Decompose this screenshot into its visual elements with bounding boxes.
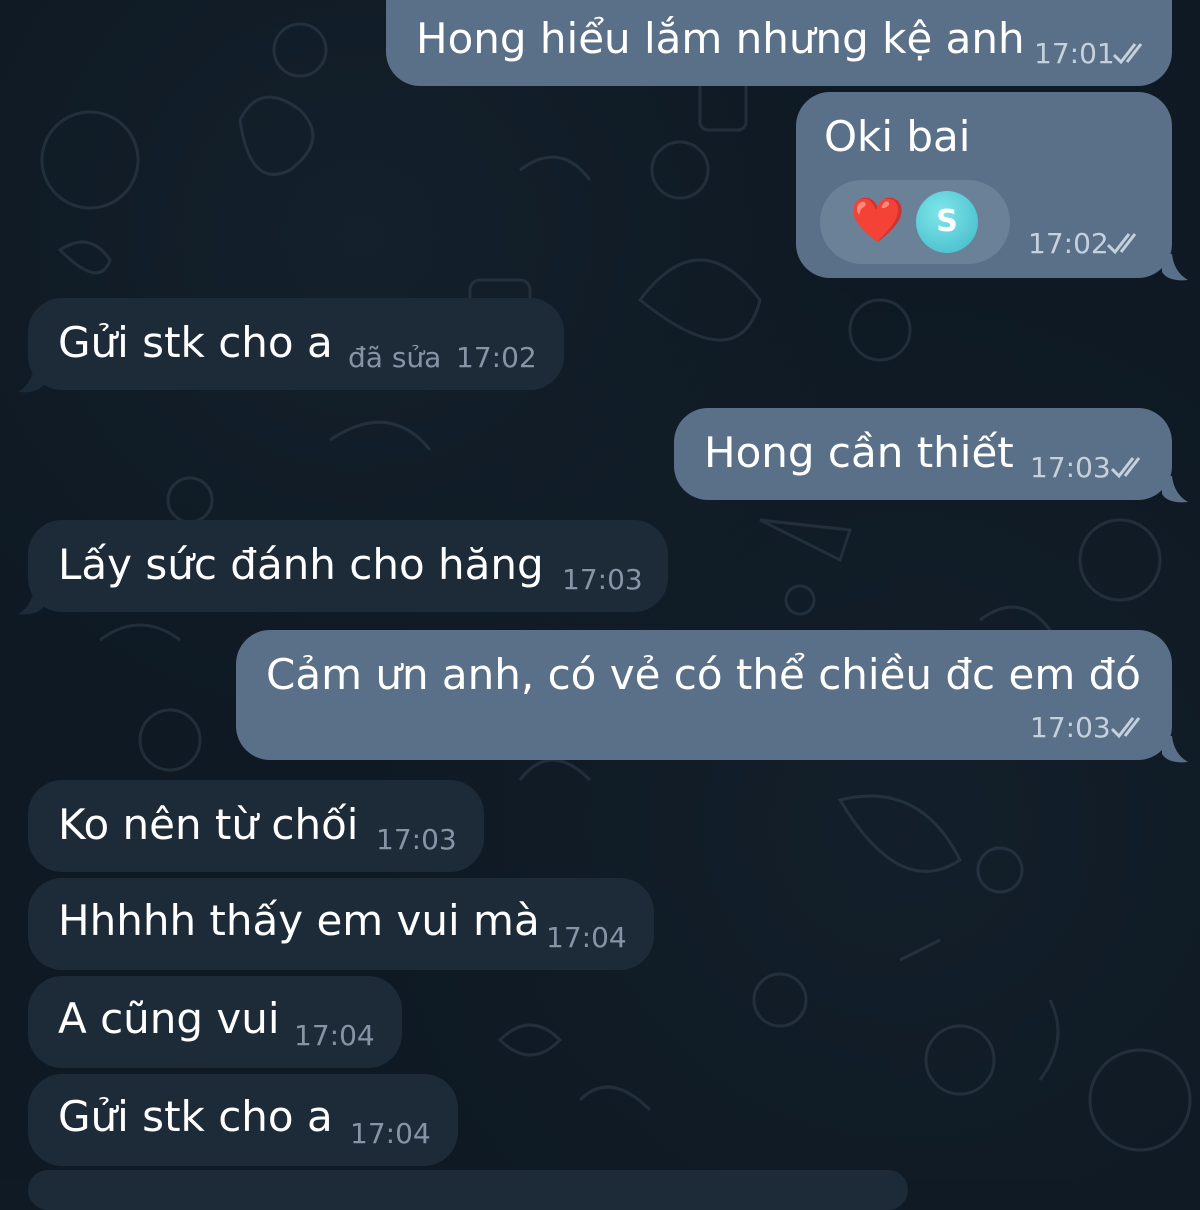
double-check-icon bbox=[1106, 233, 1137, 255]
incoming-message[interactable]: Ko nên từ chối 17:03 bbox=[28, 780, 484, 872]
incoming-message[interactable]: Hhhhh thấy em vui mà 17:04 bbox=[28, 878, 654, 970]
double-check-icon bbox=[1112, 43, 1143, 65]
incoming-message[interactable]: A cũng vui 17:04 bbox=[28, 976, 402, 1068]
outgoing-message[interactable]: Cảm ưn anh, có vẻ có thể chiều đc em đó … bbox=[236, 630, 1172, 760]
bubble-tail bbox=[1162, 254, 1188, 281]
message-text: Hong cần thiết bbox=[704, 428, 1014, 477]
message-text: A cũng vui bbox=[58, 994, 280, 1043]
message-time: 17:02 bbox=[456, 341, 537, 374]
outgoing-message[interactable]: Hong hiểu lắm nhưng kệ anh 17:01 bbox=[386, 0, 1172, 86]
bubble-tail bbox=[18, 366, 44, 393]
message-time: 17:03 bbox=[1030, 711, 1111, 744]
message-text: Hhhhh thấy em vui mà bbox=[58, 896, 540, 945]
message-time: 17:04 bbox=[350, 1117, 431, 1150]
message-text: Gửi stk cho a bbox=[58, 318, 333, 367]
incoming-message[interactable]: Gửi stk cho a 17:04 bbox=[28, 1074, 458, 1166]
message-text: Oki bai bbox=[824, 112, 971, 161]
message-time: 17:04 bbox=[294, 1019, 375, 1052]
incoming-message-partial[interactable] bbox=[28, 1170, 908, 1210]
message-time: 17:03 bbox=[376, 823, 457, 856]
incoming-message[interactable]: Lấy sức đánh cho hăng 17:03 bbox=[28, 520, 668, 612]
incoming-message[interactable]: Gửi stk cho a đã sửa 17:02 bbox=[28, 298, 564, 390]
message-time: 17:01 bbox=[1034, 37, 1115, 70]
message-time: 17:04 bbox=[546, 921, 627, 954]
avatar: S bbox=[916, 191, 978, 253]
double-check-icon bbox=[1110, 457, 1141, 479]
message-text: Lấy sức đánh cho hăng bbox=[58, 540, 544, 589]
outgoing-message[interactable]: Oki bai ❤️ S 17:02 bbox=[796, 92, 1172, 278]
bubble-tail bbox=[1162, 476, 1188, 503]
heart-reaction-icon: ❤️ bbox=[850, 195, 905, 246]
message-time: 17:03 bbox=[1030, 451, 1111, 484]
message-text: Gửi stk cho a bbox=[58, 1092, 333, 1141]
reaction-chip[interactable]: ❤️ S bbox=[820, 180, 1010, 264]
message-text: Hong hiểu lắm nhưng kệ anh bbox=[416, 14, 1025, 63]
message-text: Cảm ưn anh, có vẻ có thể chiều đc em đó bbox=[266, 650, 1141, 699]
double-check-icon bbox=[1110, 717, 1141, 739]
outgoing-message[interactable]: Hong cần thiết 17:03 bbox=[674, 408, 1172, 500]
message-time: 17:02 bbox=[1028, 227, 1109, 260]
bubble-tail bbox=[18, 588, 44, 615]
message-text: Ko nên từ chối bbox=[58, 800, 359, 849]
edited-label: đã sửa bbox=[348, 341, 442, 374]
bubble-tail bbox=[1162, 736, 1188, 763]
message-time: 17:03 bbox=[562, 563, 643, 596]
